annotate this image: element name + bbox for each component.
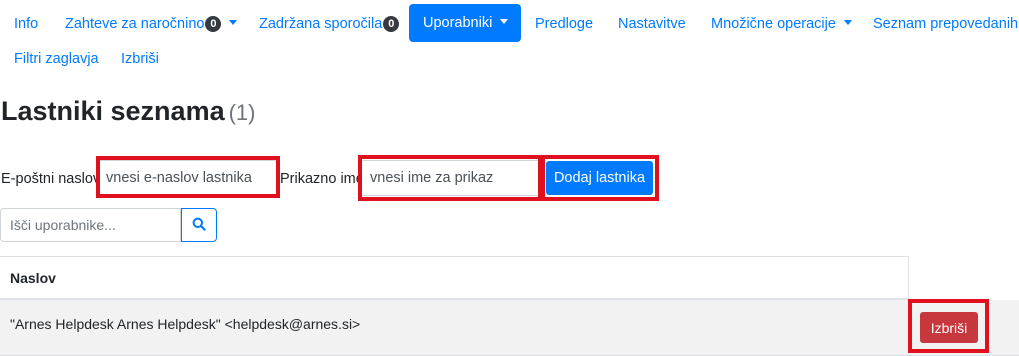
search-icon	[192, 217, 206, 231]
tab-label: Zadržana sporočila	[259, 16, 383, 32]
tab-delete[interactable]: Izbriši	[121, 40, 159, 78]
tab-label: Nastavitve	[618, 16, 686, 32]
tab-label: Predloge	[535, 16, 594, 32]
table-header: Naslov	[0, 256, 909, 300]
page-title-text: Lastniki seznama	[1, 96, 225, 126]
search-input[interactable]	[0, 208, 181, 242]
tab-label: Zahteve za naročnino	[65, 16, 205, 32]
tab-ban-list[interactable]: Seznam prepovedanih	[873, 5, 1018, 43]
tab-label: Filtri zaglavja	[14, 51, 99, 67]
tab-settings[interactable]: Nastavitve	[618, 5, 686, 43]
owner-address: "Arnes Helpdesk Arnes Helpdesk" <helpdes…	[10, 316, 361, 332]
column-header-address: Naslov	[10, 270, 56, 286]
tab-info[interactable]: Info	[14, 5, 38, 43]
chevron-down-icon	[500, 19, 509, 24]
chevron-down-icon	[843, 20, 852, 25]
add-owner-button[interactable]: Dodaj lastnika	[546, 161, 653, 195]
delete-owner-button[interactable]: Izbriši	[920, 312, 978, 343]
tab-subscription-requests[interactable]: Zahteve za naročnino 0	[65, 5, 238, 43]
table-row: "Arnes Helpdesk Arnes Helpdesk" <helpdes…	[0, 300, 1019, 356]
search-button[interactable]	[181, 208, 217, 242]
email-field[interactable]	[97, 160, 277, 196]
display-name-label: Prikazno ime	[280, 171, 364, 187]
tab-label: Seznam prepovedanih	[873, 16, 1019, 32]
chevron-down-icon	[229, 20, 238, 25]
count-badge: 0	[383, 16, 400, 32]
tab-label: Množične operacije	[711, 16, 836, 32]
tab-label: Izbriši	[121, 51, 159, 67]
tab-users[interactable]: Uporabniki	[409, 4, 521, 42]
tab-templates[interactable]: Predloge	[535, 5, 593, 43]
owner-count: (1)	[228, 100, 256, 125]
tab-mass-operations[interactable]: Množične operacije	[711, 5, 852, 43]
tab-label: Uporabniki	[423, 15, 493, 31]
email-label: E-poštni naslov	[1, 171, 101, 187]
display-name-field[interactable]	[361, 160, 540, 196]
tab-header-filters[interactable]: Filtri zaglavja	[14, 40, 99, 78]
tab-label: Info	[14, 16, 39, 32]
tab-held-messages[interactable]: Zadržana sporočila 0	[259, 5, 400, 43]
page-title: Lastniki seznama (1)	[1, 96, 255, 127]
count-badge: 0	[205, 16, 222, 32]
